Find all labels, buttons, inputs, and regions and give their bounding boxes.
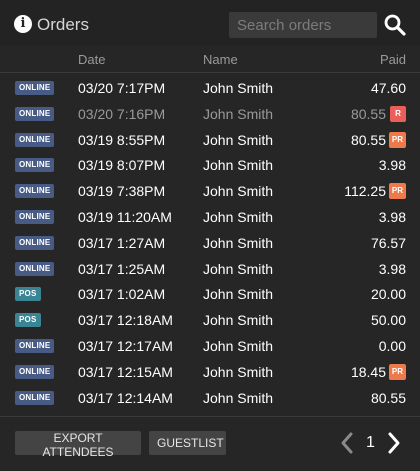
order-date: 03/17 1:02AM <box>78 286 166 303</box>
column-header-name[interactable]: Name <box>203 52 238 67</box>
order-row[interactable]: ONLINE 03/17 12:14AM John Smith 80.55 <box>0 384 420 410</box>
partial-refund-tag: PR <box>388 131 406 148</box>
page-title: Orders <box>37 15 89 34</box>
source-badge: ONLINE <box>15 158 55 173</box>
orders-header: i Orders <box>0 0 420 46</box>
customer-name: John Smith <box>203 286 274 303</box>
partial-refund-tag: PR <box>388 363 406 380</box>
page-number: 1 <box>366 434 375 451</box>
order-row[interactable]: ONLINE 03/17 12:17AM John Smith 0.00 <box>0 332 420 358</box>
source-badge: ONLINE <box>15 261 55 276</box>
orders-panel: i Orders Date Name Paid ONLINE 03/20 7:17… <box>0 0 420 471</box>
order-row[interactable]: ONLINE 03/19 11:20AM John Smith 3.98 <box>0 203 420 229</box>
source-badge: ONLINE <box>15 132 55 147</box>
order-date: 03/17 12:14AM <box>78 389 173 406</box>
paid-amount: 80.55 <box>350 131 386 148</box>
paid-amount: 47.60 <box>370 80 406 96</box>
paid-amount: 80.55 <box>350 105 386 122</box>
order-row[interactable]: ONLINE 03/20 7:17PM John Smith 47.60 <box>0 74 420 100</box>
column-header-paid[interactable]: Paid <box>380 52 406 67</box>
order-date: 03/17 1:27AM <box>78 234 166 251</box>
order-row[interactable]: ONLINE 03/19 8:55PM John Smith 80.55 PR <box>0 126 420 152</box>
paid-amount: 80.55 <box>370 389 406 406</box>
source-badge: POS <box>15 313 41 328</box>
order-row[interactable]: POS 03/17 1:02AM John Smith 20.00 <box>0 280 420 306</box>
customer-name: John Smith <box>203 260 274 277</box>
customer-name: John Smith <box>203 312 274 329</box>
paid-amount: 50.00 <box>370 312 406 329</box>
order-date: 03/17 12:15AM <box>78 363 173 380</box>
paid-amount: 3.98 <box>378 208 406 225</box>
refund-tag: R <box>390 105 406 122</box>
customer-name: John Smith <box>203 234 274 251</box>
source-badge: ONLINE <box>15 338 55 353</box>
paid-amount: 3.98 <box>378 260 406 277</box>
previous-page-button[interactable] <box>339 431 355 455</box>
info-icon[interactable]: i <box>14 15 32 33</box>
paid-amount: 0.00 <box>378 337 406 354</box>
source-badge: ONLINE <box>15 390 55 405</box>
paid-amount: 18.45 <box>350 363 386 380</box>
paid-amount: 20.00 <box>370 286 406 303</box>
source-badge: ONLINE <box>15 364 55 379</box>
source-badge: POS <box>15 287 41 302</box>
search-input[interactable] <box>229 12 377 38</box>
paid-amount: 112.25 <box>344 183 386 200</box>
order-row[interactable]: ONLINE 03/19 7:38PM John Smith 112.25 PR <box>0 177 420 203</box>
chevron-left-icon <box>341 432 353 454</box>
column-header-date[interactable]: Date <box>78 52 105 67</box>
customer-name: John Smith <box>203 157 274 174</box>
customer-name: John Smith <box>203 363 274 380</box>
customer-name: John Smith <box>203 389 274 406</box>
order-date: 03/19 11:20AM <box>78 208 172 225</box>
order-date: 03/17 12:17AM <box>78 337 173 354</box>
order-row[interactable]: ONLINE 03/20 7:16PM John Smith 80.55 R <box>0 100 420 126</box>
customer-name: John Smith <box>203 131 274 148</box>
order-date: 03/19 8:07PM <box>78 157 166 174</box>
next-page-button[interactable] <box>386 431 402 455</box>
order-row[interactable]: ONLINE 03/17 1:25AM John Smith 3.98 <box>0 255 420 281</box>
orders-list: ONLINE 03/20 7:17PM John Smith 47.60 ONLINE 0… <box>0 74 420 409</box>
partial-refund-tag: PR <box>388 183 406 200</box>
source-badge: ONLINE <box>15 235 55 250</box>
footer-bar: EXPORT ATTENDEES GUESTLIST 1 <box>0 416 420 471</box>
export-attendees-button[interactable]: EXPORT ATTENDEES <box>15 431 141 459</box>
order-row[interactable]: ONLINE 03/17 1:27AM John Smith 76.57 <box>0 229 420 255</box>
source-badge: ONLINE <box>15 184 55 199</box>
order-row[interactable]: POS 03/17 12:18AM John Smith 50.00 <box>0 306 420 332</box>
customer-name: John Smith <box>203 105 274 122</box>
paid-amount: 3.98 <box>378 157 406 174</box>
search-icon <box>384 14 406 36</box>
order-row[interactable]: ONLINE 03/19 8:07PM John Smith 3.98 <box>0 151 420 177</box>
source-badge: ONLINE <box>15 81 55 95</box>
customer-name: John Smith <box>203 208 274 225</box>
guestlist-button[interactable]: GUESTLIST <box>149 431 226 455</box>
order-date: 03/19 7:38PM <box>78 183 166 200</box>
search-button[interactable] <box>383 13 407 37</box>
order-date: 03/17 1:25AM <box>78 260 166 277</box>
customer-name: John Smith <box>203 183 274 200</box>
paid-amount: 76.57 <box>370 234 406 251</box>
order-row[interactable]: ONLINE 03/17 12:15AM John Smith 18.45 PR <box>0 358 420 384</box>
order-date: 03/20 7:17PM <box>78 80 166 96</box>
table-header: Date Name Paid <box>0 46 420 73</box>
order-date: 03/20 7:16PM <box>78 105 166 122</box>
order-date: 03/17 12:18AM <box>78 312 173 329</box>
source-badge: ONLINE <box>15 106 55 121</box>
order-date: 03/19 8:55PM <box>78 131 166 148</box>
chevron-right-icon <box>388 432 400 454</box>
source-badge: ONLINE <box>15 209 55 224</box>
customer-name: John Smith <box>203 337 274 354</box>
customer-name: John Smith <box>203 80 274 96</box>
